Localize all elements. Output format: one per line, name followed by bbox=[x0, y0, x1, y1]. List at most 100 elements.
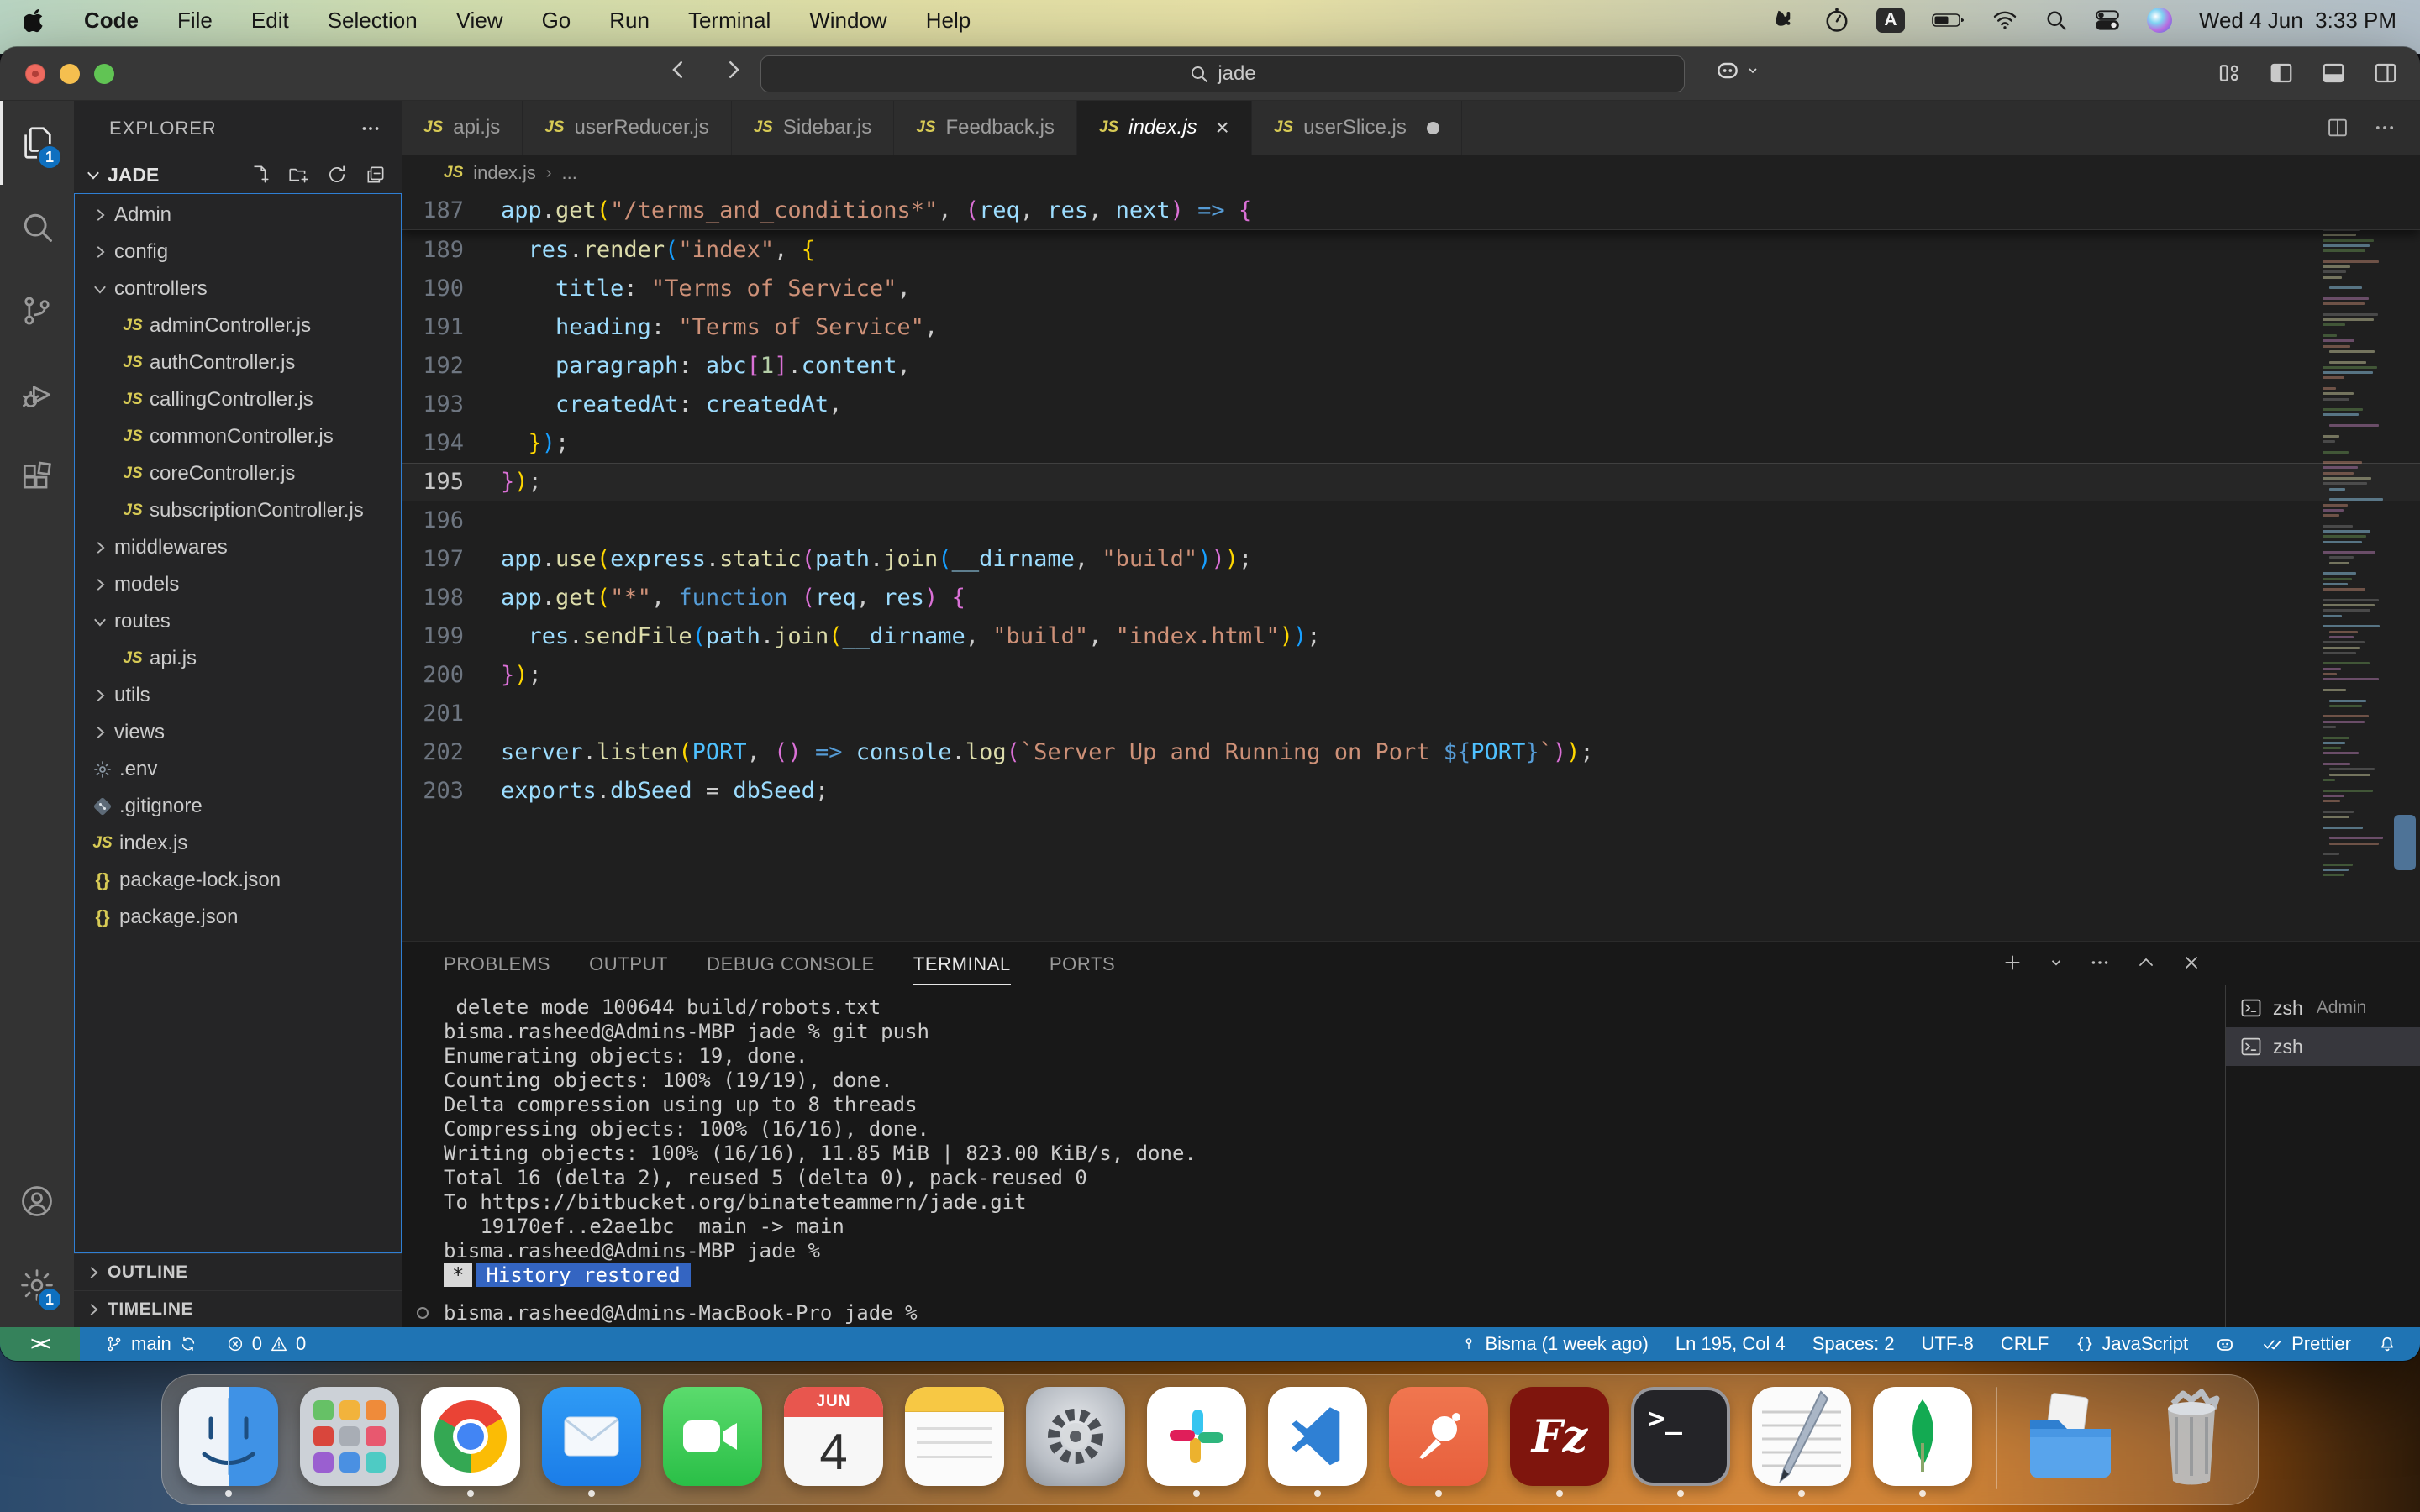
tree-item-index-js[interactable]: JSindex.js bbox=[74, 825, 402, 862]
tab-Feedback-js[interactable]: JSFeedback.js bbox=[894, 101, 1077, 155]
new-folder-icon[interactable] bbox=[287, 164, 309, 186]
code-line[interactable]: 196 bbox=[402, 501, 2420, 540]
menu-item-go[interactable]: Go bbox=[542, 8, 571, 34]
terminal-list-item[interactable]: zshAdmin bbox=[2226, 989, 2420, 1027]
terminal-profile-chevron-icon[interactable] bbox=[2049, 955, 2064, 970]
dock-icon-chrome[interactable] bbox=[421, 1387, 520, 1486]
menu-item-selection[interactable]: Selection bbox=[328, 8, 418, 34]
dock-icon-calendar[interactable]: JUN4 bbox=[784, 1387, 883, 1486]
tree-item-authcontroller-js[interactable]: JSauthController.js bbox=[74, 344, 402, 381]
code-line[interactable]: 191 heading: "Terms of Service", bbox=[402, 308, 2420, 347]
spotlight-icon[interactable] bbox=[2044, 8, 2068, 32]
menu-item-run[interactable]: Run bbox=[609, 8, 650, 34]
panel-tab-debug-console[interactable]: DEBUG CONSOLE bbox=[707, 953, 875, 984]
code-line[interactable]: 195}); bbox=[402, 463, 2420, 501]
settings-gear-icon[interactable]: 1 bbox=[0, 1243, 74, 1327]
explorer-view-icon[interactable]: 1 bbox=[0, 101, 74, 185]
tree-item--env[interactable]: .env bbox=[74, 751, 402, 788]
status-item-bisma-1-week-ago-[interactable]: Bisma (1 week ago) bbox=[1460, 1333, 1648, 1355]
terminal-output[interactable]: delete mode 100644 build/robots.txtbisma… bbox=[402, 985, 2225, 1327]
tree-item--gitignore[interactable]: .gitignore bbox=[74, 788, 402, 825]
menu-item-view[interactable]: View bbox=[456, 8, 503, 34]
new-file-icon[interactable] bbox=[249, 164, 271, 186]
menu-item-code[interactable]: Code bbox=[84, 8, 139, 34]
battery-icon[interactable] bbox=[1932, 11, 1965, 29]
copilot-menu[interactable] bbox=[1714, 57, 1760, 84]
accounts-icon[interactable] bbox=[0, 1159, 74, 1243]
code-line[interactable]: 203exports.dbSeed = dbSeed; bbox=[402, 772, 2420, 811]
tab-userReducer-js[interactable]: JSuserReducer.js bbox=[523, 101, 731, 155]
code-line[interactable]: 197app.use(express.static(path.join(__di… bbox=[402, 540, 2420, 579]
dock-icon-downloads[interactable] bbox=[2021, 1387, 2120, 1486]
tree-item-commoncontroller-js[interactable]: JScommonController.js bbox=[74, 418, 402, 455]
editor-more-actions-icon[interactable] bbox=[2373, 116, 2396, 139]
command-center-search[interactable]: jade bbox=[760, 55, 1685, 92]
wifi-icon[interactable] bbox=[1992, 10, 2018, 30]
code-line[interactable]: 201 bbox=[402, 695, 2420, 733]
code-editor[interactable]: 187app.get("/terms_and_conditions*", (re… bbox=[402, 192, 2420, 941]
panel-tab-terminal[interactable]: TERMINAL bbox=[913, 953, 1011, 985]
dock-icon-launchpad[interactable] bbox=[300, 1387, 399, 1486]
tab-userSlice-js[interactable]: JSuserSlice.js bbox=[1252, 101, 1462, 155]
tree-item-controllers[interactable]: controllers bbox=[74, 270, 402, 307]
panel-tab-ports[interactable]: PORTS bbox=[1050, 953, 1115, 984]
terminal-prompt-line[interactable]: bisma.rasheed@Admins-MacBook-Pro jade % bbox=[444, 1301, 2225, 1326]
status-item-ln-195-col-4[interactable]: Ln 195, Col 4 bbox=[1676, 1333, 1786, 1355]
explorer-more-actions-icon[interactable] bbox=[360, 118, 381, 139]
code-line[interactable]: 194 }); bbox=[402, 424, 2420, 463]
dock-icon-finder[interactable] bbox=[179, 1387, 278, 1486]
dock-icon-vscode[interactable] bbox=[1268, 1387, 1367, 1486]
panel-tab-problems[interactable]: PROBLEMS bbox=[444, 953, 550, 984]
sticky-line[interactable]: 187app.get("/terms_and_conditions*", (re… bbox=[402, 192, 2420, 230]
dock-icon-settings[interactable] bbox=[1026, 1387, 1125, 1486]
panel-more-actions-icon[interactable] bbox=[2089, 952, 2111, 974]
dock-icon-facetime[interactable] bbox=[663, 1387, 762, 1486]
code-line[interactable]: 202server.listen(PORT, () => console.log… bbox=[402, 733, 2420, 772]
dock-icon-postman[interactable] bbox=[1389, 1387, 1488, 1486]
remote-indicator[interactable]: >< bbox=[0, 1327, 80, 1361]
refresh-icon[interactable] bbox=[326, 164, 348, 186]
menu-item-edit[interactable]: Edit bbox=[251, 8, 289, 34]
workspace-section-header[interactable]: JADE bbox=[74, 156, 402, 193]
status-item-bell-icon[interactable] bbox=[2378, 1335, 2396, 1353]
apple-icon[interactable] bbox=[24, 8, 45, 33]
control-center-icon[interactable] bbox=[2095, 9, 2120, 31]
code-line[interactable]: 193 createdAt: createdAt, bbox=[402, 386, 2420, 424]
customize-layout-icon[interactable] bbox=[2217, 60, 2242, 86]
tree-item-admincontroller-js[interactable]: JSadminController.js bbox=[74, 307, 402, 344]
dock-icon-terminal[interactable]: >_ bbox=[1631, 1387, 1730, 1486]
tree-item-config[interactable]: config bbox=[74, 234, 402, 270]
breadcrumb-file[interactable]: index.js bbox=[473, 162, 536, 184]
code-line[interactable]: 199 res.sendFile(path.join(__dirname, "b… bbox=[402, 617, 2420, 656]
search-view-icon[interactable] bbox=[0, 185, 74, 269]
sticky-scroll-line[interactable]: 187app.get("/terms_and_conditions*", (re… bbox=[402, 192, 2420, 230]
forward-arrow-icon[interactable] bbox=[721, 57, 746, 82]
dock-icon-mongodb[interactable] bbox=[1873, 1387, 1972, 1486]
close-window-button[interactable] bbox=[25, 64, 45, 84]
source-control-view-icon[interactable] bbox=[0, 269, 74, 353]
close-panel-icon[interactable] bbox=[2181, 953, 2202, 973]
tree-item-package-json[interactable]: {}package.json bbox=[74, 899, 402, 936]
toggle-panel-icon[interactable] bbox=[2321, 60, 2346, 86]
menu-item-window[interactable]: Window bbox=[809, 8, 886, 34]
dock-icon-slack[interactable] bbox=[1147, 1387, 1246, 1486]
terminal-list-item[interactable]: zsh bbox=[2226, 1027, 2420, 1066]
toggle-secondary-sidebar-icon[interactable] bbox=[2373, 60, 2398, 86]
back-arrow-icon[interactable] bbox=[666, 57, 691, 82]
tree-item-admin[interactable]: Admin bbox=[74, 197, 402, 234]
menu-bar-clock[interactable]: Wed 4 Jun 3:33 PM bbox=[2199, 8, 2396, 34]
minimize-window-button[interactable] bbox=[60, 64, 80, 84]
dock-icon-trash[interactable] bbox=[2142, 1387, 2241, 1486]
dock-icon-mail[interactable] bbox=[542, 1387, 641, 1486]
breadcrumb[interactable]: JS index.js › ... bbox=[402, 155, 2420, 192]
tab-Sidebar-js[interactable]: JSSidebar.js bbox=[732, 101, 895, 155]
tree-item-routes[interactable]: routes bbox=[74, 603, 402, 640]
minimap[interactable] bbox=[2323, 192, 2383, 889]
menu-item-terminal[interactable]: Terminal bbox=[688, 8, 771, 34]
input-source-icon[interactable]: A bbox=[1876, 8, 1905, 33]
tree-item-corecontroller-js[interactable]: JScoreController.js bbox=[74, 455, 402, 492]
panel-tab-output[interactable]: OUTPUT bbox=[589, 953, 668, 984]
dock-icon-filezilla[interactable]: Fz bbox=[1510, 1387, 1609, 1486]
status-item-javascript[interactable]: JavaScript bbox=[2075, 1333, 2188, 1355]
close-tab-icon[interactable]: × bbox=[1216, 114, 1229, 141]
